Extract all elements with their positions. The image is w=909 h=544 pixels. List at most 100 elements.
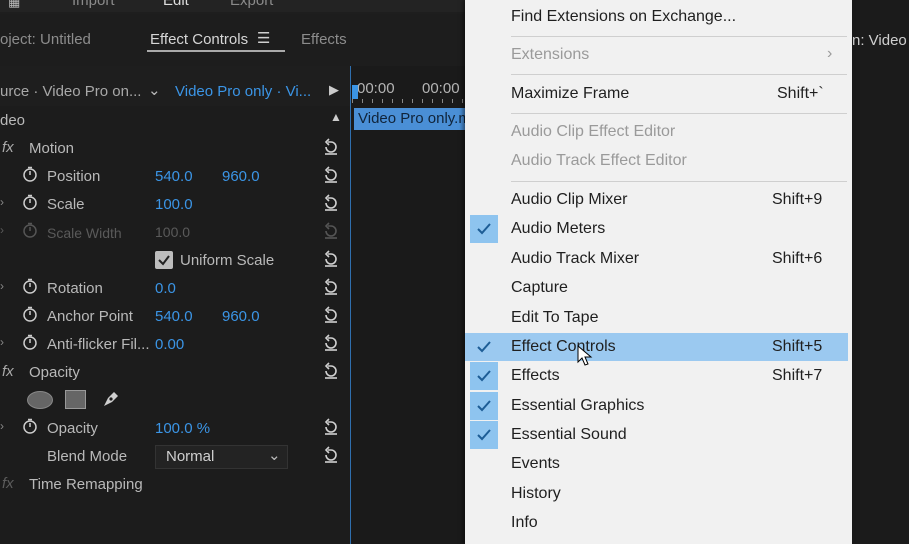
reset-icon[interactable] (322, 278, 340, 296)
tab-effects[interactable]: Effects (301, 31, 347, 48)
sequence-clip-label[interactable]: Video Pro only · Vi... (175, 83, 311, 100)
clip-bar[interactable]: Video Pro only.m (354, 108, 465, 130)
opacity-label: Opacity (47, 420, 98, 437)
position-y-value[interactable]: 960.0 (222, 168, 260, 185)
checkmark-icon (470, 362, 498, 390)
anchor-y-value[interactable]: 960.0 (222, 308, 260, 325)
menu-item-audio-clip-effect-editor: Audio Clip Effect Editor (511, 123, 676, 140)
fx-icon[interactable]: fx (2, 139, 14, 156)
rectangle-mask-icon[interactable] (65, 390, 86, 409)
menu-item-capture[interactable]: Capture (465, 274, 852, 302)
play-triangle-icon[interactable]: ▶ (329, 82, 339, 98)
window-menu: Find Extensions on Exchange... Extension… (465, 0, 852, 544)
expand-arrow-icon[interactable]: › (0, 279, 4, 293)
effect-timeline[interactable] (350, 66, 466, 544)
menu-item-edit-to-tape[interactable]: Edit To Tape (465, 304, 852, 332)
menu-item-maximize-frame[interactable]: Maximize Frame Shift+` (465, 80, 852, 108)
menu-item-events[interactable]: Events (465, 450, 852, 478)
position-x-value[interactable]: 540.0 (155, 168, 193, 185)
menu-separator (511, 36, 847, 37)
menu-item-audio-meters[interactable]: Audio Meters (465, 215, 852, 243)
time-label: 00:00 (422, 80, 460, 97)
home-icon[interactable]: ▦ (8, 0, 20, 10)
reset-icon[interactable] (322, 446, 340, 464)
menu-item-find-extensions[interactable]: Find Extensions on Exchange... (465, 3, 852, 31)
expand-arrow-icon[interactable]: › (0, 419, 4, 433)
timeline-ruler[interactable]: 00:00 00:00 (352, 76, 465, 104)
reset-icon[interactable] (322, 334, 340, 352)
menu-item-extensions: Extensions › (511, 45, 833, 63)
pen-mask-icon[interactable] (100, 388, 122, 410)
scale-value[interactable]: 100.0 (155, 196, 193, 213)
tab-program-monitor[interactable]: n: Video (852, 32, 907, 49)
stopwatch-icon[interactable] (22, 194, 38, 210)
reset-icon[interactable] (322, 362, 340, 380)
chevron-down-icon[interactable]: ⌄ (148, 81, 161, 99)
menu-item-effects[interactable]: Effects Shift+7 (465, 362, 852, 390)
anchor-x-value[interactable]: 540.0 (155, 308, 193, 325)
opacity-value[interactable]: 100.0 % (155, 420, 210, 437)
workspace-export[interactable]: Export (230, 0, 273, 9)
time-remapping-row[interactable]: fx Time Remapping (0, 472, 350, 500)
opacity-effect-row[interactable]: fx Opacity (0, 360, 350, 388)
workspace-import[interactable]: Import (72, 0, 115, 9)
stopwatch-icon[interactable] (22, 418, 38, 434)
menu-item-audio-track-mixer[interactable]: Audio Track Mixer Shift+6 (465, 245, 852, 273)
playhead-icon[interactable] (352, 85, 358, 99)
fx-icon: fx (2, 475, 14, 492)
reset-icon[interactable] (322, 250, 340, 268)
menu-item-audio-track-effect-editor: Audio Track Effect Editor (511, 152, 687, 169)
chevron-down-icon: ⌄ (268, 447, 281, 464)
stopwatch-icon[interactable] (22, 334, 38, 350)
checkmark-icon (158, 255, 170, 266)
tab-project[interactable]: oject: Untitled (0, 31, 91, 48)
menu-separator (511, 181, 847, 182)
reset-icon[interactable] (322, 418, 340, 436)
collapse-up-icon[interactable]: ▲ (330, 110, 342, 124)
blend-mode-value: Normal (166, 448, 215, 465)
opacity-row: › Opacity 100.0 % (0, 416, 350, 444)
reset-icon[interactable] (322, 194, 340, 212)
expand-arrow-icon[interactable]: › (0, 335, 4, 349)
rotation-label: Rotation (47, 280, 103, 297)
workspace-edit[interactable]: Edit (163, 0, 189, 9)
anchor-point-label: Anchor Point (47, 308, 133, 325)
anti-flicker-value[interactable]: 0.00 (155, 336, 184, 353)
blend-mode-dropdown[interactable]: Normal ⌄ (155, 445, 288, 469)
scale-label: Scale (47, 196, 85, 213)
ruler-ticks (352, 99, 465, 103)
menu-item-essential-graphics[interactable]: Essential Graphics (465, 392, 852, 420)
stopwatch-icon[interactable] (22, 306, 38, 322)
active-tab-indicator (147, 50, 285, 52)
menu-item-audio-clip-mixer[interactable]: Audio Clip Mixer Shift+9 (465, 186, 852, 214)
motion-effect-row[interactable]: fx Motion (0, 136, 350, 164)
checkmark-icon (470, 215, 498, 243)
reset-icon[interactable] (322, 306, 340, 324)
time-remapping-label: Time Remapping (29, 476, 143, 493)
source-selector-row: urce · Video Pro on... ⌄ Video Pro only … (0, 76, 352, 106)
blend-mode-row: Blend Mode Normal ⌄ (0, 444, 350, 472)
panel-menu-icon[interactable]: ☰ (257, 29, 270, 47)
reset-icon[interactable] (322, 138, 340, 156)
anti-flicker-label: Anti-flicker Fil... (47, 336, 150, 353)
expand-arrow-icon: › (0, 223, 4, 237)
rotation-value[interactable]: 0.0 (155, 280, 176, 297)
stopwatch-icon[interactable] (22, 166, 38, 182)
menu-item-history[interactable]: History (465, 480, 852, 508)
menu-item-effect-controls[interactable]: Effect Controls Shift+5 (465, 333, 848, 366)
checkmark-icon (470, 421, 498, 449)
ellipse-mask-icon[interactable] (27, 391, 53, 409)
menu-separator (511, 113, 847, 114)
master-clip-label[interactable]: urce · Video Pro on... (0, 83, 141, 100)
checkmark-icon (470, 392, 498, 420)
expand-arrow-icon[interactable]: › (0, 195, 4, 209)
position-row: Position 540.0 960.0 (0, 164, 350, 192)
stopwatch-icon[interactable] (22, 278, 38, 294)
uniform-scale-checkbox[interactable] (155, 251, 173, 269)
menu-item-essential-sound[interactable]: Essential Sound (465, 421, 852, 449)
tab-effect-controls[interactable]: Effect Controls (150, 31, 248, 48)
program-tab-area: n: Video (852, 15, 909, 67)
fx-icon[interactable]: fx (2, 363, 14, 380)
menu-item-info[interactable]: Info (465, 509, 852, 537)
reset-icon[interactable] (322, 166, 340, 184)
